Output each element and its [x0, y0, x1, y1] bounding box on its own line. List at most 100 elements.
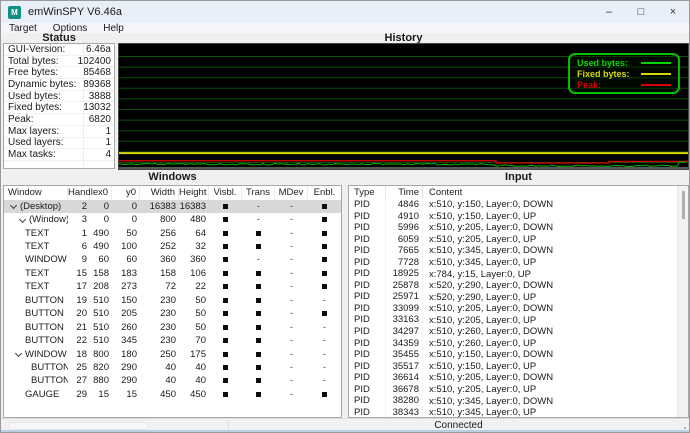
table-row[interactable]: BUTTON1951015023050-- [4, 294, 341, 307]
table-row[interactable]: TEXT172082737222- [4, 280, 341, 293]
checked-square-icon [256, 271, 261, 276]
chevron-down-icon[interactable] [13, 349, 25, 359]
input-scrollbar-thumb[interactable] [682, 191, 685, 219]
cell-mdev: - [275, 335, 308, 346]
cell-trans [242, 281, 275, 292]
input-time: 36614 [386, 372, 423, 384]
menu-item-help[interactable]: Help [95, 23, 132, 34]
cell-enbl [308, 241, 341, 252]
chevron-down-icon[interactable] [17, 215, 29, 225]
dash: - [323, 375, 326, 386]
table-row[interactable]: BUTTON278802904040-- [4, 374, 341, 387]
window-name: BUTTON [25, 322, 64, 333]
cell-visbl [209, 228, 242, 239]
cell-y0: 345 [112, 335, 140, 346]
column-header-time: Time [386, 186, 423, 199]
cell-enbl [308, 281, 341, 292]
cell-visbl [209, 268, 242, 279]
cell-width: 256 [140, 228, 179, 239]
cell-x0: 510 [90, 295, 112, 306]
table-row[interactable]: WINDOW18800180250175-- [4, 347, 341, 360]
table-row[interactable]: WINDOW96060360360-- [4, 253, 341, 266]
checked-square-icon [223, 257, 228, 262]
table-row[interactable]: TEXT649010025232- [4, 240, 341, 253]
input-row: PID18925x:784, y:15, Layer:0, UP [349, 268, 688, 280]
input-row: PID25971x:520, y:290, Layer:0, UP [349, 291, 688, 303]
checked-square-icon [223, 325, 228, 330]
table-row[interactable]: BUTTON2051020523050- [4, 307, 341, 320]
column-header-width: Width [140, 186, 179, 200]
cell-trans [242, 389, 275, 400]
status-row: Free bytes:85468 [4, 67, 114, 79]
dash: - [290, 308, 293, 319]
cell-mdev: - [275, 201, 308, 212]
input-type: PID [349, 245, 386, 257]
legend-label: Fixed bytes: [577, 69, 630, 79]
input-type: PID [349, 303, 386, 315]
cell-mdev: - [275, 308, 308, 319]
cell-trans: - [242, 254, 275, 265]
window-name-cell: WINDOW [4, 349, 68, 360]
window-name: TEXT [25, 281, 49, 292]
checked-square-icon [223, 271, 228, 276]
window-name-cell: BUTTON [4, 375, 68, 386]
close-icon[interactable]: × [657, 1, 689, 23]
cell-width: 230 [140, 295, 179, 306]
titlebar: M emWinSPY V6.46a – □ × [1, 1, 689, 23]
cell-trans [242, 362, 275, 373]
table-row[interactable]: TEXT15158183158106- [4, 267, 341, 280]
input-content: x:510, y:150, Layer:0, DOWN [423, 199, 688, 210]
history-legend: Used bytes:Fixed bytes:Peak: [568, 53, 680, 94]
menu-item-target[interactable]: Target [1, 23, 45, 34]
cell-y0: 183 [112, 268, 140, 279]
cell-x0: 490 [90, 228, 112, 239]
cell-x0: 800 [90, 349, 112, 360]
input-scrollbar[interactable] [677, 186, 688, 417]
input-time: 33099 [386, 303, 423, 315]
input-time: 7665 [386, 245, 423, 257]
table-row[interactable]: TEXT14905025664- [4, 226, 341, 239]
column-header-handle: Handle [68, 186, 90, 200]
cell-visbl [209, 349, 242, 360]
cell-handle: 1 [68, 228, 90, 239]
table-row[interactable]: BUTTON2251034523070-- [4, 334, 341, 347]
cell-enbl: - [308, 362, 341, 373]
table-row[interactable]: (Desktop)2001638316383-- [4, 200, 341, 213]
chevron-down-icon[interactable] [8, 201, 20, 211]
cell-handle: 17 [68, 281, 90, 292]
table-row[interactable]: BUTTON2151026023050-- [4, 320, 341, 333]
cell-width: 158 [140, 268, 179, 279]
checked-square-icon [256, 352, 261, 357]
cell-visbl [209, 281, 242, 292]
table-row[interactable]: GAUGE291515450450- [4, 388, 341, 401]
legend-line-sample [641, 84, 671, 86]
cell-mdev: - [275, 268, 308, 279]
status-value: 1 [105, 137, 111, 148]
cell-height: 450 [179, 389, 209, 400]
cell-height: 16383 [179, 201, 209, 212]
input-time: 5996 [386, 222, 423, 234]
cell-y0: 100 [112, 241, 140, 252]
table-row[interactable]: BUTTON258202904040-- [4, 361, 341, 374]
cell-trans [242, 375, 275, 386]
table-row[interactable]: (Window)300800480-- [4, 213, 341, 226]
input-content: x:510, y:205, Layer:0, UP [423, 384, 688, 395]
input-content: x:510, y:345, Layer:0, UP [423, 257, 688, 268]
checked-square-icon [256, 244, 261, 249]
input-type: PID [349, 291, 386, 303]
app-icon: M [8, 6, 21, 19]
status-label: Total bytes: [8, 56, 59, 67]
status-label: GUI-Version: [8, 44, 65, 55]
windows-panel: WindowHandlex0y0WidthHeightVisbl.TransMD… [3, 185, 342, 418]
cell-width: 450 [140, 389, 179, 400]
resize-grip-icon[interactable] [684, 427, 686, 429]
checked-square-icon [322, 244, 327, 249]
minimize-icon[interactable]: – [593, 1, 625, 23]
input-panel-title: Input [348, 172, 689, 183]
status-row: Max layers:1 [4, 126, 114, 138]
checked-square-icon [322, 284, 327, 289]
input-type: PID [349, 257, 386, 269]
maximize-icon[interactable]: □ [625, 1, 657, 23]
cell-height: 70 [179, 335, 209, 346]
checked-square-icon [322, 392, 327, 397]
